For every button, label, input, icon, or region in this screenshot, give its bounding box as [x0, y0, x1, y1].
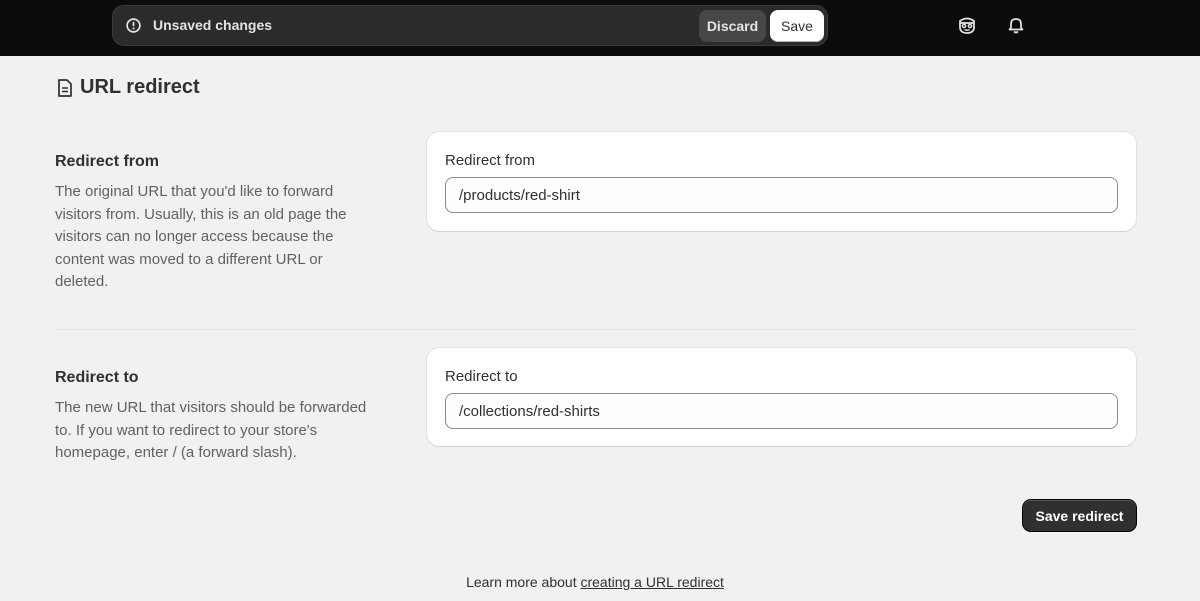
- redirect-to-heading: Redirect to: [55, 369, 139, 386]
- redirect-from-card: Redirect from: [427, 132, 1136, 231]
- redirect-to-card: Redirect to: [427, 348, 1136, 446]
- discard-button[interactable]: Discard: [699, 10, 766, 42]
- alert-icon: [126, 18, 141, 33]
- learn-more-link[interactable]: creating a URL redirect: [580, 574, 723, 590]
- unsaved-changes-message: Unsaved changes: [153, 17, 273, 33]
- top-bar: Unsaved changes Discard Save: [0, 0, 1200, 56]
- redirect-to-description: The new URL that visitors should be forw…: [55, 399, 367, 462]
- save-redirect-button[interactable]: Save redirect: [1023, 500, 1136, 531]
- redirect-from-label: Redirect from: [445, 152, 536, 169]
- redirect-from-heading: Redirect from: [55, 153, 160, 170]
- redirect-to-label: Redirect to: [445, 368, 518, 385]
- save-button[interactable]: Save: [770, 10, 824, 42]
- section-divider: [55, 329, 1136, 330]
- bell-icon[interactable]: [1006, 15, 1026, 35]
- page-title-text: URL redirect: [80, 76, 200, 98]
- redirect-from-input[interactable]: [445, 177, 1118, 213]
- footer-help-prefix: Learn more about: [466, 574, 577, 590]
- redirect-from-description: The original URL that you'd like to forw…: [55, 183, 347, 291]
- redirect-to-input[interactable]: [445, 393, 1118, 429]
- document-icon: [58, 78, 72, 97]
- user-avatar-icon[interactable]: [957, 15, 977, 35]
- page-title: URL redirect: [56, 76, 200, 99]
- contextual-save-bar: Unsaved changes Discard Save: [112, 5, 828, 46]
- footer-help: Learn more about creating a URL redirect: [0, 574, 1190, 590]
